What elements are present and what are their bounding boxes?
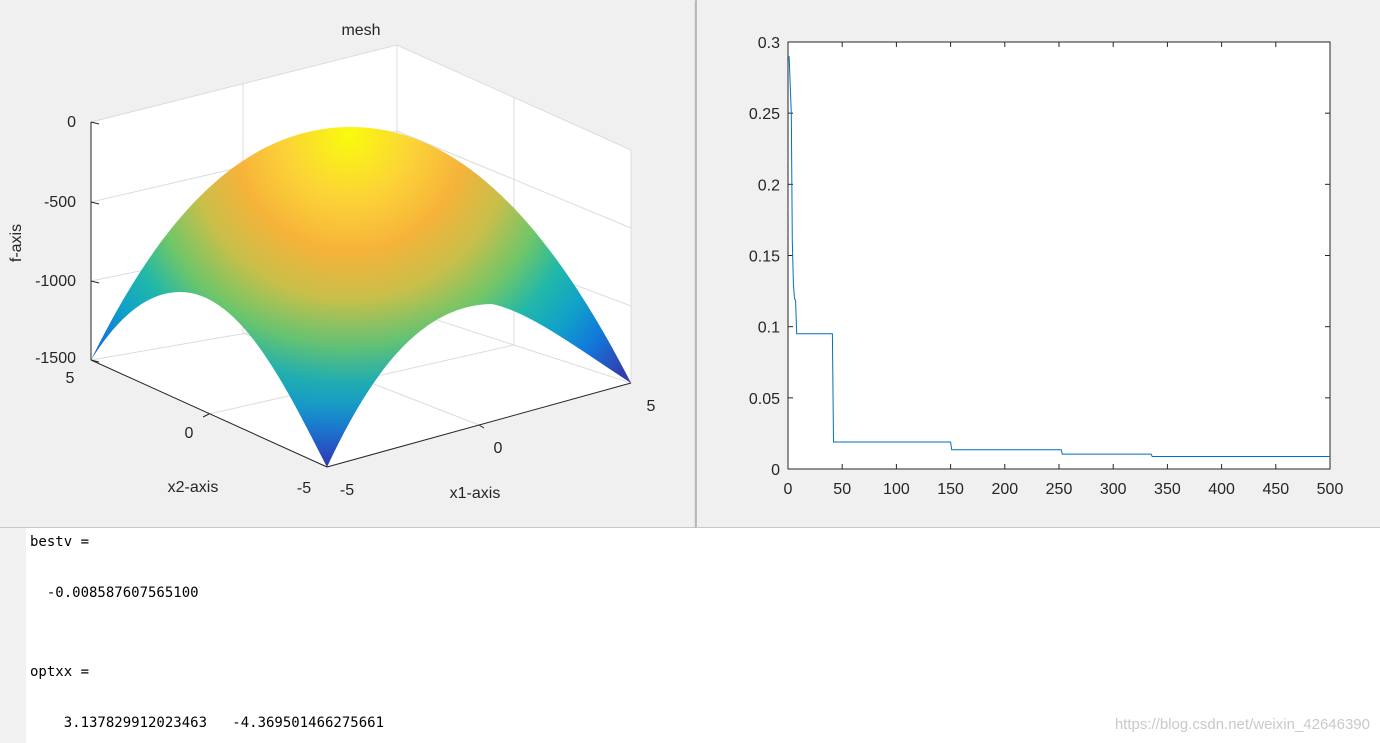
surface-plot: mesh 0 -500 -1000 -1500 f-axis 5 0 -5 x2… <box>8 22 656 502</box>
console-line-optxx-label: optxx = <box>30 664 90 680</box>
x-tick-label: 50 <box>833 481 851 498</box>
console-line-optxx-value: 3.137829912023463 -4.369501466275661 <box>30 715 385 731</box>
x-tick-label: 100 <box>883 481 910 498</box>
y-tick-label: 0.2 <box>758 177 780 194</box>
z-tick-neg500: -500 <box>44 194 76 211</box>
plot-area <box>787 41 1331 470</box>
x-tick-label: 300 <box>1100 481 1127 498</box>
figure-window-convergence: 0 50 100 150 200 250 300 350 400 450 500 0 0.05 0.1 0… <box>696 0 1380 528</box>
x-tick-neg5: -5 <box>340 482 354 499</box>
console-line-bestv-value: -0.008587607565100 <box>30 585 199 601</box>
y-tick-label: 0.25 <box>749 106 780 123</box>
convergence-plot: 0 50 100 150 200 250 300 350 400 450 500 0 0.05 0.1 0… <box>749 35 1344 498</box>
x-tick-label: 450 <box>1262 481 1289 498</box>
y-tick-0: 0 <box>185 425 194 442</box>
y-tick-label: 0.1 <box>758 320 780 337</box>
y-tick-5: 5 <box>66 370 75 387</box>
z-tick-neg1500: -1500 <box>35 350 76 367</box>
z-tick-0: 0 <box>67 114 76 131</box>
x-tick-0: 0 <box>494 440 503 457</box>
command-window: bestv = -0.008587607565100 optxx = 3.137… <box>0 528 1380 743</box>
z-tick-neg1000: -1000 <box>35 273 76 290</box>
command-window-gutter <box>0 528 26 743</box>
x-tick-5: 5 <box>647 398 656 415</box>
x-tick-label: 200 <box>991 481 1018 498</box>
y-tick-label: 0.05 <box>749 391 780 408</box>
figure-window-mesh: mesh 0 -500 -1000 -1500 f-axis 5 0 -5 x2… <box>0 0 696 528</box>
x-axis-label: x1-axis <box>450 485 501 502</box>
y-tick-label: 0 <box>771 462 780 479</box>
x-tick-label: 0 <box>784 481 793 498</box>
y-tick-label: 0.3 <box>758 35 780 52</box>
y-tick-label: 0.15 <box>749 249 780 266</box>
x-tick-label: 250 <box>1046 481 1073 498</box>
y-tick-neg5: -5 <box>297 480 311 497</box>
y-axis-label: x2-axis <box>168 479 219 496</box>
x-tick-label: 150 <box>937 481 964 498</box>
x-tick-label: 400 <box>1208 481 1235 498</box>
plot-title: mesh <box>341 22 380 39</box>
x-tick-label: 350 <box>1154 481 1181 498</box>
console-line-bestv-label: bestv = <box>30 534 90 550</box>
watermark: https://blog.csdn.net/weixin_42646390 <box>1114 716 1370 733</box>
z-axis-label: f-axis <box>8 224 25 262</box>
x-tick-label: 500 <box>1317 481 1344 498</box>
